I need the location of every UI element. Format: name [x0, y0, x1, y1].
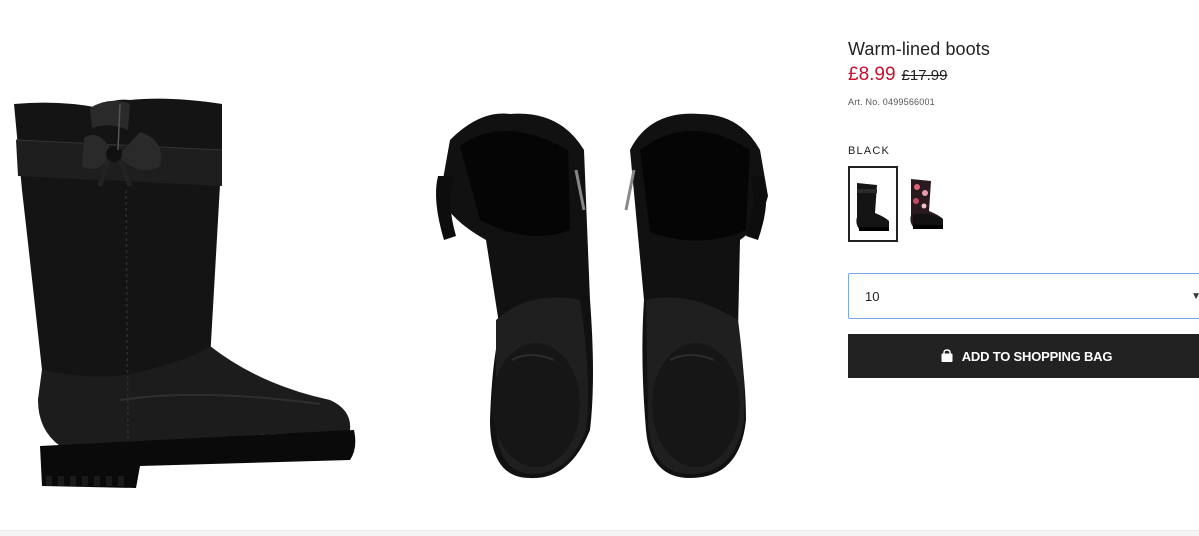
size-select[interactable]: 10 ▼: [848, 273, 1199, 319]
product-title: Warm-lined boots: [848, 39, 990, 59]
product-image-top[interactable]: [420, 0, 780, 520]
article-number: Art. No. 0499566001: [848, 97, 935, 107]
chevron-down-icon: ▼: [1191, 291, 1199, 302]
product-image-side[interactable]: [0, 0, 380, 520]
size-select-value: 10: [865, 288, 880, 304]
product-info: Warm-lined boots £8.99 £17.99 Art. No. 0…: [848, 36, 1199, 378]
sale-price: £8.99: [848, 64, 896, 85]
shopping-bag-icon: [941, 349, 953, 362]
black-boot-thumbnail: [856, 183, 889, 231]
add-to-bag-label: ADD TO SHOPPING BAG: [961, 348, 1113, 364]
price-row: £8.99 £17.99: [848, 64, 1199, 88]
color-label: BLACK: [848, 145, 891, 157]
bottom-divider: [0, 530, 1199, 536]
swatch-floral[interactable]: [904, 166, 950, 238]
add-to-bag-button[interactable]: ADD TO SHOPPING BAG: [848, 334, 1199, 378]
floral-boot-thumbnail: [910, 179, 943, 229]
color-swatches: [848, 166, 1199, 242]
swatch-black[interactable]: [848, 166, 898, 242]
original-price: £17.99: [901, 67, 948, 84]
product-page: Warm-lined boots £8.99 £17.99 Art. No. 0…: [0, 0, 1199, 536]
